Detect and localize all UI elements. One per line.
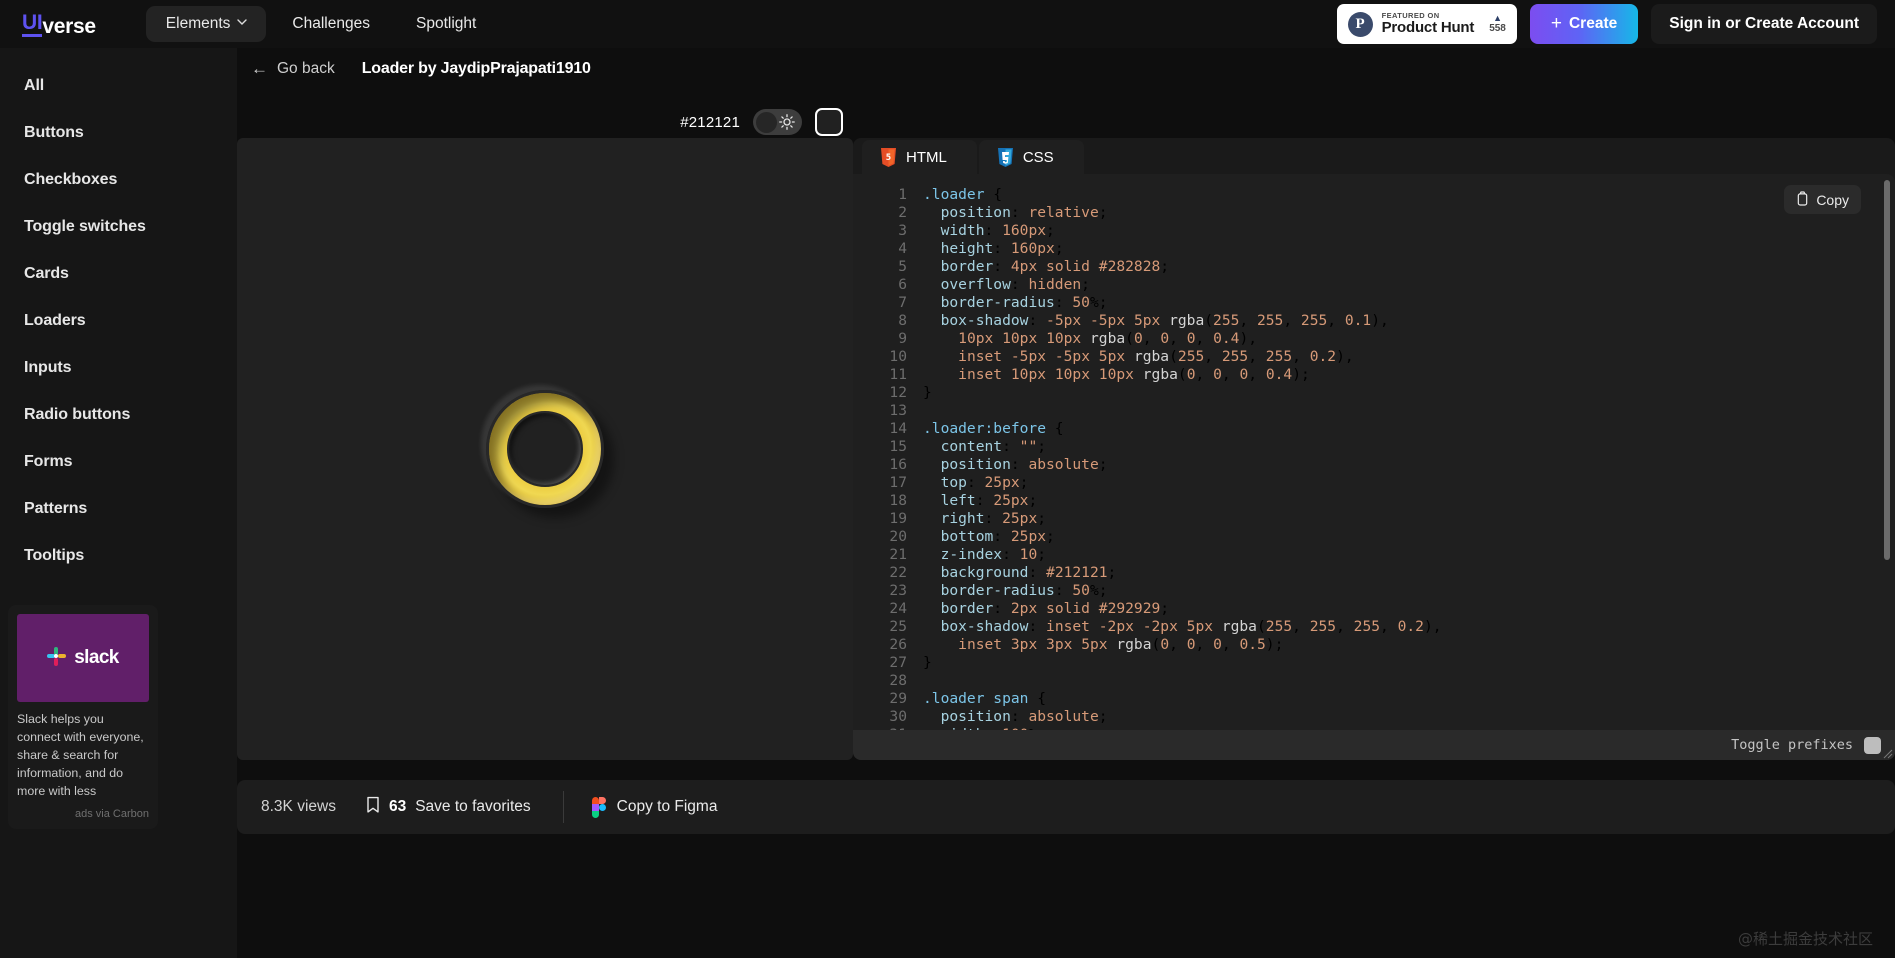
sign-in-button[interactable]: Sign in or Create Account xyxy=(1651,4,1877,44)
ad-body-text: Slack helps you connect with everyone, s… xyxy=(17,712,144,798)
nav-item-challenges-label: Challenges xyxy=(292,15,370,32)
save-to-favorites-button[interactable]: 63 Save to favorites xyxy=(366,796,531,819)
clipboard-icon xyxy=(1796,190,1809,209)
plus-icon: + xyxy=(1550,12,1562,34)
save-to-favorites-label: Save to favorites xyxy=(415,798,531,815)
go-back-label: Go back xyxy=(277,60,335,77)
sidebar-item-checkboxes[interactable]: Checkboxes xyxy=(0,161,237,199)
theme-toggle-knob xyxy=(756,111,777,133)
slack-logo-icon xyxy=(47,647,69,669)
nav-item-challenges[interactable]: Challenges xyxy=(272,6,390,42)
preview-color-controls: #212121 xyxy=(237,106,853,138)
tab-html-label: HTML xyxy=(906,148,947,166)
background-color-swatch[interactable] xyxy=(815,108,843,136)
product-hunt-name: Product Hunt xyxy=(1381,19,1475,37)
component-preview-pane xyxy=(237,138,853,760)
arrow-left-icon: ← xyxy=(251,58,268,78)
copy-to-figma-label: Copy to Figma xyxy=(616,798,718,815)
theme-toggle-switch[interactable] xyxy=(753,109,802,135)
product-hunt-icon: P xyxy=(1347,11,1373,37)
go-back-button[interactable]: ← Go back xyxy=(251,60,335,78)
toggle-prefixes-bar: Toggle prefixes xyxy=(853,730,1895,760)
create-button[interactable]: + Create xyxy=(1529,4,1639,44)
view-count: 8.3K views xyxy=(261,798,336,815)
figma-icon xyxy=(591,796,606,818)
footer-divider xyxy=(562,791,564,823)
nav-item-spotlight[interactable]: Spotlight xyxy=(396,6,496,42)
resize-grip-icon[interactable] xyxy=(1882,747,1893,759)
loader-preview xyxy=(237,138,853,760)
loader-ring-element xyxy=(486,390,604,508)
html5-icon: 5 xyxy=(880,147,897,167)
nav-item-elements-label: Elements xyxy=(165,15,231,32)
ad-banner-image: slack xyxy=(17,614,149,702)
code-tabs: 5 HTML CSS xyxy=(853,138,1895,174)
sidebar-item-loaders[interactable]: Loaders xyxy=(0,302,237,340)
copy-code-label: Copy xyxy=(1816,191,1849,208)
bookmark-icon xyxy=(366,796,380,819)
detail-header: ← Go back Loader by JaydipPrajapati1910 xyxy=(237,48,1895,90)
product-hunt-vote-count: 558 xyxy=(1489,23,1506,34)
ad-brand-label: slack xyxy=(74,647,119,668)
product-hunt-badge[interactable]: P FEATURED ON Product Hunt ▲ 558 xyxy=(1336,4,1517,44)
logo-suffix: verse xyxy=(42,14,96,38)
css-source-code[interactable]: 1 .loader { 2 position: relative; 3 width… xyxy=(853,174,1895,760)
code-body: Copy 1 .loader { 2 position: relative; 3 … xyxy=(853,174,1895,760)
sidebar-item-patterns[interactable]: Patterns xyxy=(0,490,237,528)
tab-css-label: CSS xyxy=(1022,148,1054,166)
sun-icon xyxy=(779,114,795,130)
sidebar-item-inputs[interactable]: Inputs xyxy=(0,349,237,387)
work-area: #212121 5 HTML CSS Copy 1 .loader {2 po… xyxy=(237,90,1895,958)
product-hunt-text: FEATURED ON Product Hunt xyxy=(1382,12,1475,36)
sidebar-item-cards[interactable]: Cards xyxy=(0,255,237,293)
tab-html[interactable]: 5 HTML xyxy=(862,140,977,174)
nav-right-actions: P FEATURED ON Product Hunt ▲ 558 + Creat… xyxy=(1336,4,1895,44)
code-panel: 5 HTML CSS Copy 1 .loader {2 position: … xyxy=(853,138,1895,760)
component-footer-bar: 8.3K views 63 Save to favorites Copy to … xyxy=(237,780,1895,834)
sidebar-item-all[interactable]: All xyxy=(0,67,237,105)
site-logo[interactable]: UI verse xyxy=(22,12,96,37)
toggle-prefixes-label: Toggle prefixes xyxy=(1731,737,1853,753)
logo-prefix: UI xyxy=(22,12,43,37)
background-hex-value: #212121 xyxy=(680,113,740,131)
primary-nav: Elements Challenges Spotlight xyxy=(145,6,497,42)
sidebar-item-radio-buttons[interactable]: Radio buttons xyxy=(0,396,237,434)
sidebar-item-toggle-switches[interactable]: Toggle switches xyxy=(0,208,237,246)
toggle-prefixes-switch[interactable] xyxy=(1864,736,1881,754)
chevron-down-icon xyxy=(237,18,248,28)
svg-text:5: 5 xyxy=(886,153,891,163)
copy-to-figma-button[interactable]: Copy to Figma xyxy=(591,796,718,818)
product-hunt-votes: ▲ 558 xyxy=(1489,13,1506,35)
copy-code-button[interactable]: Copy xyxy=(1784,185,1861,214)
create-button-label: Create xyxy=(1568,15,1618,32)
main-content: ← Go back Loader by JaydipPrajapati1910 … xyxy=(237,48,1895,958)
nav-item-elements[interactable]: Elements xyxy=(145,6,267,42)
page-title: Loader by JaydipPrajapati1910 xyxy=(361,60,591,77)
sidebar-item-buttons[interactable]: Buttons xyxy=(0,114,237,152)
css3-icon xyxy=(997,147,1014,167)
category-sidebar: All Buttons Checkboxes Toggle switches C… xyxy=(0,48,237,958)
sign-in-button-label: Sign in or Create Account xyxy=(1669,15,1859,32)
favorites-count: 63 xyxy=(388,798,407,815)
upvote-arrow-icon: ▲ xyxy=(1493,13,1502,23)
code-scrollbar[interactable] xyxy=(1884,180,1890,560)
top-navigation-bar: UI verse Elements Challenges Spotlight P … xyxy=(0,0,1895,48)
sidebar-item-forms[interactable]: Forms xyxy=(0,443,237,481)
sidebar-advertisement[interactable]: slack Slack helps you connect with every… xyxy=(8,605,158,829)
watermark: @稀土掘金技术社区 xyxy=(1737,930,1873,948)
sidebar-item-tooltips[interactable]: Tooltips xyxy=(0,537,237,575)
nav-item-spotlight-label: Spotlight xyxy=(415,15,477,32)
ad-attribution[interactable]: ads via Carbon xyxy=(17,808,149,820)
tab-css[interactable]: CSS xyxy=(978,140,1084,174)
